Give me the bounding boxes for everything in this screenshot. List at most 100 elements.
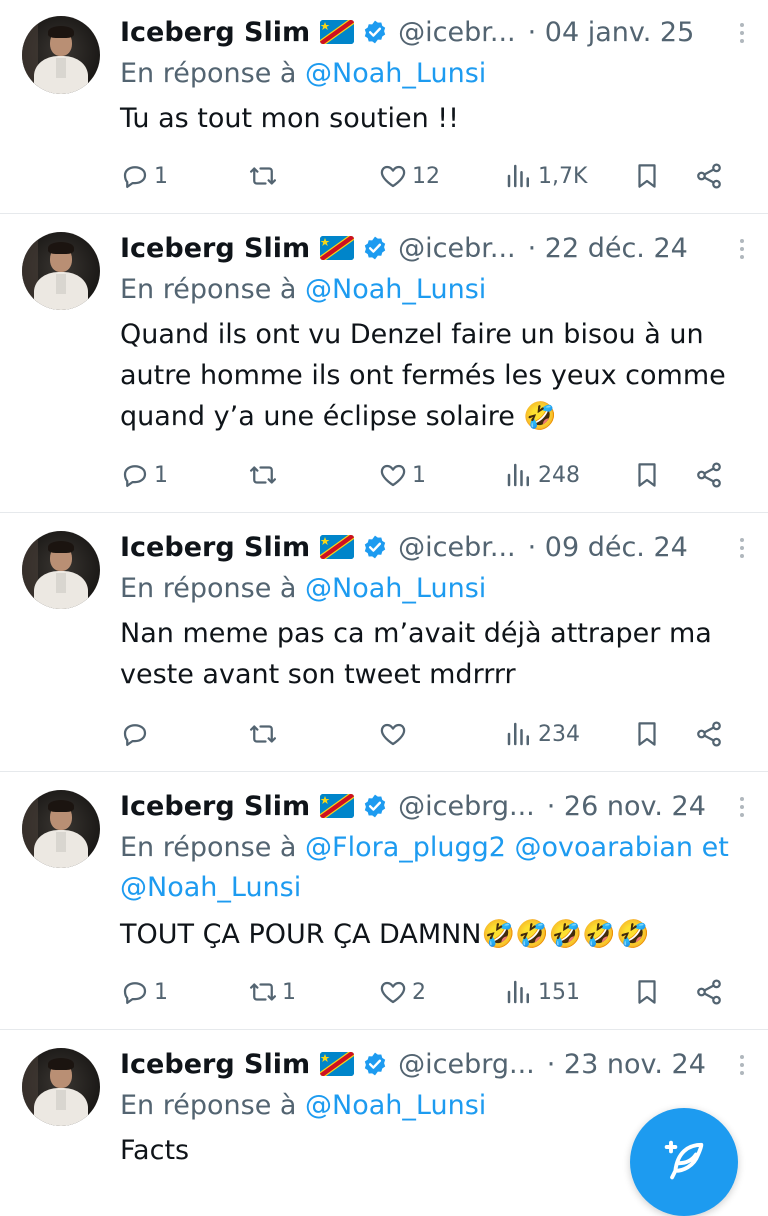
heart-icon	[380, 981, 406, 1004]
tweet[interactable]: Iceberg Slim @icebr... · 22 déc. 24 En r…	[0, 214, 768, 513]
avatar[interactable]	[22, 531, 100, 609]
share-icon	[697, 462, 721, 488]
views-count: 151	[538, 979, 580, 1005]
author-handle[interactable]: @icebr...	[398, 233, 515, 264]
views-button[interactable]: 1,7K	[504, 156, 587, 196]
author-handle[interactable]: @icebrg...	[398, 791, 535, 822]
author-name[interactable]: Iceberg Slim	[120, 791, 310, 822]
reply-mentions[interactable]: @Noah_Lunsi	[305, 1090, 486, 1121]
like-button[interactable]: 1	[378, 455, 426, 495]
reply-count: 1	[154, 462, 168, 488]
retweet-icon	[250, 725, 276, 743]
views-button[interactable]: 151	[504, 972, 580, 1012]
tweet[interactable]: Iceberg Slim @icebr... · 09 déc. 24 En r…	[0, 513, 768, 772]
share-icon	[697, 163, 721, 189]
reply-button[interactable]	[120, 714, 154, 754]
views-button[interactable]: 234	[504, 714, 580, 754]
reply-icon	[123, 166, 147, 188]
compose-icon	[664, 1140, 704, 1180]
flag-icon	[320, 535, 355, 559]
reply-icon	[123, 724, 147, 746]
bookmark-button[interactable]	[632, 714, 662, 754]
tweet-date[interactable]: · 26 nov. 24	[547, 791, 706, 822]
avatar[interactable]	[22, 1048, 100, 1126]
views-count: 248	[538, 462, 580, 488]
tweet-date[interactable]: · 22 déc. 24	[528, 233, 688, 264]
retweet-button[interactable]: 1	[248, 972, 296, 1012]
like-count: 1	[412, 462, 426, 488]
reply-context: En réponse à @Noah_Lunsi	[120, 54, 748, 94]
views-icon	[507, 463, 529, 487]
more-options-icon[interactable]	[732, 1052, 752, 1076]
like-button[interactable]	[378, 714, 412, 754]
author-handle[interactable]: @icebr...	[398, 532, 515, 563]
share-icon	[697, 979, 721, 1005]
tweet-date[interactable]: · 04 janv. 25	[528, 17, 695, 48]
flag-icon	[320, 794, 355, 818]
reply-mentions[interactable]: @Noah_Lunsi	[305, 274, 486, 305]
more-options-icon[interactable]	[732, 236, 752, 260]
share-button[interactable]	[694, 455, 724, 495]
reply-count: 1	[154, 979, 168, 1005]
avatar[interactable]	[22, 16, 100, 94]
more-options-icon[interactable]	[732, 794, 752, 818]
action-bar: 1 12 1,7K	[120, 156, 728, 196]
retweet-icon	[250, 983, 276, 1001]
reply-button[interactable]: 1	[120, 455, 168, 495]
timeline: Iceberg Slim @icebr... · 04 janv. 25 En …	[0, 0, 768, 1200]
retweet-count: 1	[282, 979, 296, 1005]
more-options-icon[interactable]	[732, 20, 752, 44]
views-count: 234	[538, 721, 580, 747]
reply-icon	[123, 982, 147, 1004]
views-button[interactable]: 248	[504, 455, 580, 495]
bookmark-button[interactable]	[632, 156, 662, 196]
bookmark-icon	[638, 164, 656, 188]
tweet[interactable]: Iceberg Slim @icebrg... · 26 nov. 24 En …	[0, 772, 768, 1030]
reply-button[interactable]: 1	[120, 156, 168, 196]
tweet-date[interactable]: · 09 déc. 24	[528, 532, 688, 563]
author-handle[interactable]: @icebrg...	[398, 1049, 535, 1080]
reply-prefix: En réponse à	[120, 274, 297, 305]
retweet-icon	[250, 167, 276, 185]
reply-mentions[interactable]: @Noah_Lunsi	[305, 58, 486, 89]
verified-icon	[362, 534, 388, 560]
more-options-icon[interactable]	[732, 535, 752, 559]
reply-prefix: En réponse à	[120, 573, 297, 604]
share-icon	[697, 721, 721, 747]
reply-prefix: En réponse à	[120, 1090, 297, 1121]
share-button[interactable]	[694, 714, 724, 754]
author-name[interactable]: Iceberg Slim	[120, 532, 310, 563]
share-button[interactable]	[694, 156, 724, 196]
retweet-button[interactable]	[248, 714, 282, 754]
author-handle[interactable]: @icebr...	[398, 17, 515, 48]
views-icon	[507, 164, 529, 188]
reply-prefix: En réponse à	[120, 832, 297, 863]
reply-context: En réponse à @Noah_Lunsi	[120, 569, 748, 609]
reply-mentions[interactable]: @Noah_Lunsi	[305, 573, 486, 604]
heart-icon	[380, 464, 406, 487]
avatar[interactable]	[22, 232, 100, 310]
bookmark-button[interactable]	[632, 455, 662, 495]
reply-icon	[123, 465, 147, 487]
verified-icon	[362, 1051, 388, 1077]
like-button[interactable]: 2	[378, 972, 426, 1012]
bookmark-icon	[638, 463, 656, 487]
bookmark-icon	[638, 722, 656, 746]
share-button[interactable]	[694, 972, 724, 1012]
verified-icon	[362, 793, 388, 819]
author-name[interactable]: Iceberg Slim	[120, 1049, 310, 1080]
author-name[interactable]: Iceberg Slim	[120, 233, 310, 264]
like-count: 2	[412, 979, 426, 1005]
like-button[interactable]: 12	[378, 156, 440, 196]
like-count: 12	[412, 163, 440, 189]
reply-button[interactable]: 1	[120, 972, 168, 1012]
tweet[interactable]: Iceberg Slim @icebr... · 04 janv. 25 En …	[0, 0, 768, 214]
retweet-button[interactable]	[248, 455, 282, 495]
bookmark-button[interactable]	[632, 972, 662, 1012]
retweet-button[interactable]	[248, 156, 282, 196]
avatar[interactable]	[22, 790, 100, 868]
tweet-text: TOUT ÇA POUR ÇA DAMNN🤣🤣🤣🤣🤣	[120, 919, 650, 950]
author-name[interactable]: Iceberg Slim	[120, 17, 310, 48]
flag-icon	[320, 20, 355, 44]
tweet-date[interactable]: · 23 nov. 24	[547, 1049, 706, 1080]
